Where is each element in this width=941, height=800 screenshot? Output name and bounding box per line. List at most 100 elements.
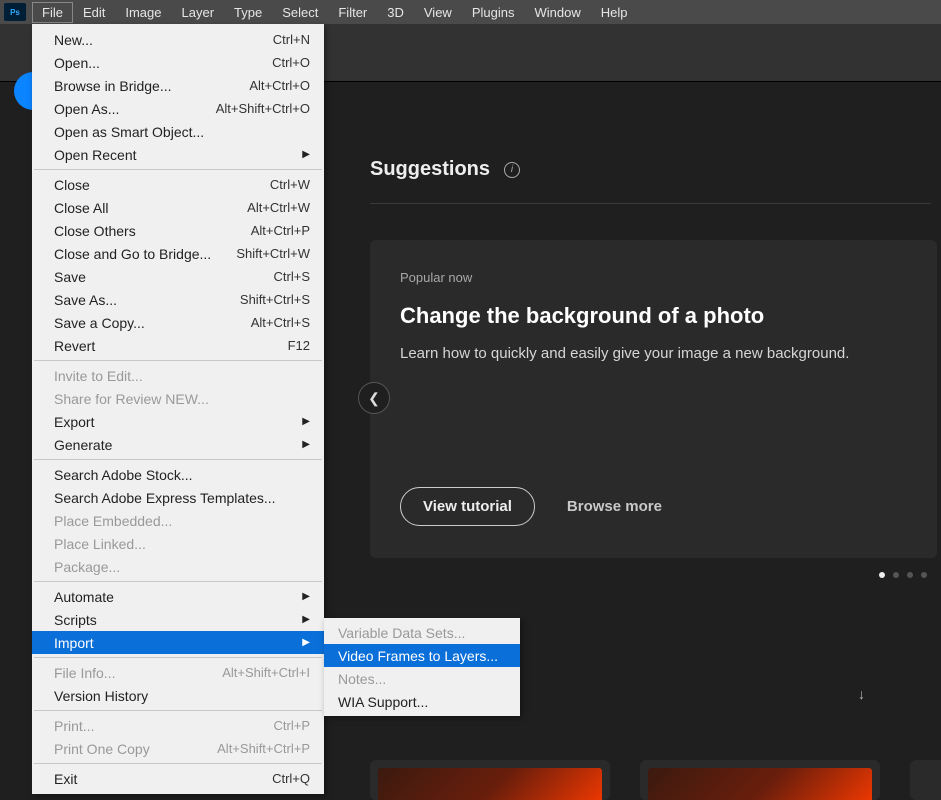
menu-separator (34, 710, 322, 711)
menu-item[interactable]: CloseCtrl+W (32, 173, 324, 196)
menu-item[interactable]: Version History (32, 684, 324, 707)
menubar-item-layer[interactable]: Layer (172, 2, 225, 23)
menubar-item-plugins[interactable]: Plugins (462, 2, 525, 23)
menu-item-label: Print... (54, 718, 94, 734)
menu-item-shortcut: Shift+Ctrl+W (236, 246, 310, 261)
carousel-dot[interactable] (893, 572, 899, 578)
submenu-arrow-icon: ▶ (302, 614, 310, 625)
thumbnail[interactable] (910, 760, 941, 800)
menu-item[interactable]: New...Ctrl+N (32, 28, 324, 51)
menu-item-label: Share for Review NEW... (54, 391, 209, 407)
menu-item-label: Open Recent (54, 147, 137, 163)
menu-item-shortcut: Alt+Ctrl+W (247, 200, 310, 215)
menu-item[interactable]: Open as Smart Object... (32, 120, 324, 143)
menubar-item-select[interactable]: Select (272, 2, 328, 23)
thumbnail[interactable] (640, 760, 880, 800)
sort-icon[interactable]: ↓ (858, 686, 865, 702)
menu-item-label: Invite to Edit... (54, 368, 143, 384)
menu-item[interactable]: Generate▶ (32, 433, 324, 456)
menu-item-label: Version History (54, 688, 148, 704)
menu-item-shortcut: Shift+Ctrl+S (240, 292, 310, 307)
menu-item[interactable]: Open Recent▶ (32, 143, 324, 166)
menu-item[interactable]: Close AllAlt+Ctrl+W (32, 196, 324, 219)
menu-item-shortcut: Alt+Ctrl+P (251, 223, 310, 238)
menu-item-label: Search Adobe Express Templates... (54, 490, 276, 506)
menu-item-shortcut: Ctrl+N (273, 32, 310, 47)
menu-item: Print One CopyAlt+Shift+Ctrl+P (32, 737, 324, 760)
menu-item-shortcut: Ctrl+O (272, 55, 310, 70)
menu-separator (34, 360, 322, 361)
menu-item-shortcut: Alt+Shift+Ctrl+I (222, 665, 310, 680)
thumbnail-row (370, 760, 941, 800)
menu-item-label: Save a Copy... (54, 315, 145, 331)
menu-item[interactable]: Search Adobe Express Templates... (32, 486, 324, 509)
menu-item[interactable]: ExitCtrl+Q (32, 767, 324, 790)
menu-item: Place Embedded... (32, 509, 324, 532)
carousel-dot[interactable] (879, 572, 885, 578)
submenu-item-label: Notes... (338, 671, 386, 687)
menu-item-label: Package... (54, 559, 120, 575)
menu-item[interactable]: Save As...Shift+Ctrl+S (32, 288, 324, 311)
menu-item: File Info...Alt+Shift+Ctrl+I (32, 661, 324, 684)
import-submenu: Variable Data Sets...Video Frames to Lay… (324, 618, 520, 716)
menubar-item-filter[interactable]: Filter (328, 2, 377, 23)
menubar-item-edit[interactable]: Edit (73, 2, 115, 23)
thumbnail[interactable] (370, 760, 610, 800)
menu-item[interactable]: Close OthersAlt+Ctrl+P (32, 219, 324, 242)
menubar-item-type[interactable]: Type (224, 2, 272, 23)
carousel-dot[interactable] (921, 572, 927, 578)
menubar-item-3d[interactable]: 3D (377, 2, 414, 23)
menu-item[interactable]: SaveCtrl+S (32, 265, 324, 288)
menu-item: Invite to Edit... (32, 364, 324, 387)
view-tutorial-button[interactable]: View tutorial (400, 487, 535, 526)
menu-item-shortcut: Alt+Ctrl+S (251, 315, 310, 330)
menu-item-label: Open... (54, 55, 100, 71)
file-menu-dropdown: New...Ctrl+N Open... Ctrl+O Browse in Bridg… (32, 24, 324, 794)
menu-item-label: Print One Copy (54, 741, 150, 757)
submenu-item: Variable Data Sets... (324, 621, 520, 644)
submenu-arrow-icon: ▶ (302, 637, 310, 648)
menu-separator (34, 657, 322, 658)
menu-item[interactable]: Search Adobe Stock... (32, 463, 324, 486)
menu-item[interactable]: Scripts ▶ (32, 608, 324, 631)
carousel-dot[interactable] (907, 572, 913, 578)
menu-item-label: Open As... (54, 101, 119, 117)
card-eyebrow: Popular now (400, 270, 907, 285)
submenu-item[interactable]: WIA Support... (324, 690, 520, 713)
menu-item-label: Generate (54, 437, 112, 453)
menu-item[interactable]: Import ▶ (32, 631, 324, 654)
menu-item-label: Export (54, 414, 94, 430)
suggestions-title: Suggestions (370, 158, 490, 181)
submenu-item-label: WIA Support... (338, 694, 428, 710)
menu-item: Place Linked... (32, 532, 324, 555)
carousel-prev-button[interactable]: ❮ (358, 382, 390, 414)
submenu-item: Notes... (324, 667, 520, 690)
menu-item-label: Import (54, 635, 94, 651)
menu-item[interactable]: Browse in Bridge...Alt+Ctrl+O (32, 74, 324, 97)
menu-item-shortcut: Alt+Ctrl+O (249, 78, 310, 93)
menu-item[interactable]: Automate▶ (32, 585, 324, 608)
menu-item[interactable]: RevertF12 (32, 334, 324, 357)
menu-item[interactable]: Open As...Alt+Shift+Ctrl+O (32, 97, 324, 120)
menu-item[interactable]: Save a Copy... Alt+Ctrl+S (32, 311, 324, 334)
menu-item: Print...Ctrl+P (32, 714, 324, 737)
menu-item[interactable]: Close and Go to Bridge...Shift+Ctrl+W (32, 242, 324, 265)
menubar-item-image[interactable]: Image (115, 2, 171, 23)
menubar-item-window[interactable]: Window (524, 2, 590, 23)
menubar-item-help[interactable]: Help (591, 2, 638, 23)
menu-item-label: Scripts (54, 612, 97, 628)
menu-item-label: Automate (54, 589, 114, 605)
menubar: Ps FileEditImageLayerTypeSelectFilter3DV… (0, 0, 941, 24)
menu-item[interactable]: Open... Ctrl+O (32, 51, 324, 74)
menu-item-label: Exit (54, 771, 77, 787)
menubar-item-view[interactable]: View (414, 2, 462, 23)
submenu-item[interactable]: Video Frames to Layers... (324, 644, 520, 667)
menu-separator (34, 169, 322, 170)
menu-item-label: Open as Smart Object... (54, 124, 204, 140)
menu-item: Share for Review NEW... (32, 387, 324, 410)
menu-separator (34, 763, 322, 764)
info-icon[interactable]: i (504, 162, 520, 178)
menu-separator (34, 459, 322, 460)
menu-item[interactable]: Export▶ (32, 410, 324, 433)
browse-more-link[interactable]: Browse more (567, 498, 662, 515)
